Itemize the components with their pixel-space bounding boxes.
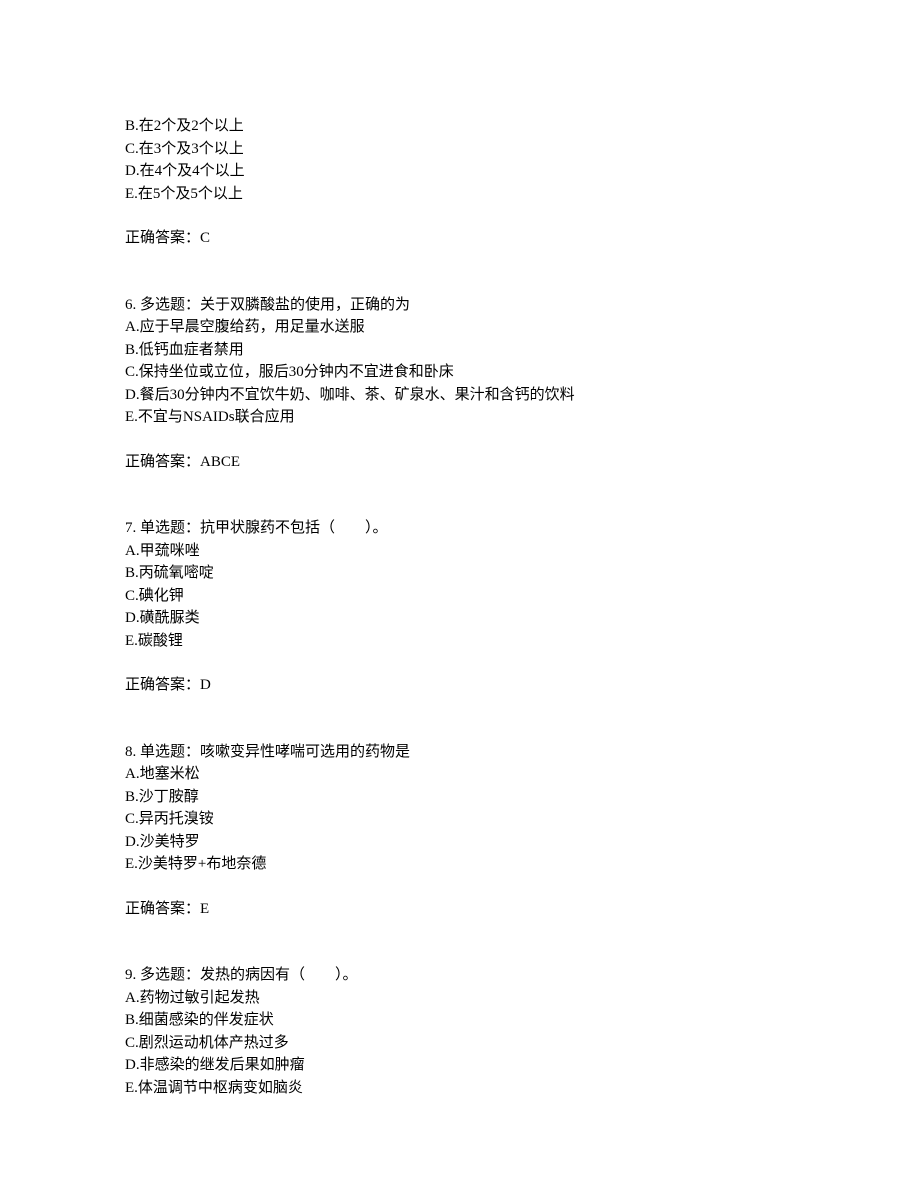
option-text: E.在5个及5个以上 [125,183,795,206]
question-number: 7. [125,520,136,536]
question-type: 多选题： [140,967,200,983]
question-number: 9. [125,967,136,983]
option-text: D.沙美特罗 [125,831,795,854]
question-number: 6. [125,297,136,313]
answer-label: 正确答案： [125,454,200,470]
question-text: 发热的病因有（ ）。 [200,967,358,983]
option-text: A.药物过敏引起发热 [125,987,795,1010]
option-text: C.异丙托溴铵 [125,808,795,831]
option-text: B.沙丁胺醇 [125,786,795,809]
question-text: 咳嗽变异性哮喘可选用的药物是 [200,744,410,760]
question-9: 9. 多选题：发热的病因有（ ）。 A.药物过敏引起发热 B.细菌感染的伴发症状… [125,964,795,1099]
option-text: A.地塞米松 [125,763,795,786]
question-stem: 8. 单选题：咳嗽变异性哮喘可选用的药物是 [125,741,795,764]
answer-label: 正确答案： [125,677,200,693]
answer-label: 正确答案： [125,901,200,917]
question-stem: 7. 单选题：抗甲状腺药不包括（ ）。 [125,517,795,540]
answer-label: 正确答案： [125,230,200,246]
question-type: 多选题： [140,297,200,313]
answer-value: ABCE [200,454,240,470]
question-stem: 6. 多选题：关于双膦酸盐的使用，正确的为 [125,294,795,317]
option-text: E.体温调节中枢病变如脑炎 [125,1077,795,1100]
question-text: 抗甲状腺药不包括（ ）。 [200,520,388,536]
option-text: C.保持坐位或立位，服后30分钟内不宜进食和卧床 [125,361,795,384]
option-text: E.碳酸锂 [125,630,795,653]
question-number: 8. [125,744,136,760]
question-5-partial: B.在2个及2个以上 C.在3个及3个以上 D.在4个及4个以上 E.在5个及5… [125,115,795,250]
answer-line: 正确答案：ABCE [125,451,795,474]
option-text: D.磺酰脲类 [125,607,795,630]
question-stem: 9. 多选题：发热的病因有（ ）。 [125,964,795,987]
option-text: A.应于早晨空腹给药，用足量水送服 [125,316,795,339]
option-text: D.在4个及4个以上 [125,160,795,183]
answer-line: 正确答案：C [125,227,795,250]
option-text: D.餐后30分钟内不宜饮牛奶、咖啡、茶、矿泉水、果汁和含钙的饮料 [125,384,795,407]
answer-value: C [200,230,210,246]
question-8: 8. 单选题：咳嗽变异性哮喘可选用的药物是 A.地塞米松 B.沙丁胺醇 C.异丙… [125,741,795,921]
option-text: C.在3个及3个以上 [125,138,795,161]
answer-line: 正确答案：D [125,674,795,697]
option-text: D.非感染的继发后果如肿瘤 [125,1054,795,1077]
option-text: E.不宜与NSAIDs联合应用 [125,406,795,429]
question-text: 关于双膦酸盐的使用，正确的为 [200,297,410,313]
answer-value: D [200,677,211,693]
option-text: B.低钙血症者禁用 [125,339,795,362]
option-text: C.剧烈运动机体产热过多 [125,1032,795,1055]
option-text: B.丙硫氧嘧啶 [125,562,795,585]
question-6: 6. 多选题：关于双膦酸盐的使用，正确的为 A.应于早晨空腹给药，用足量水送服 … [125,294,795,474]
answer-line: 正确答案：E [125,898,795,921]
answer-value: E [200,901,209,917]
question-type: 单选题： [140,744,200,760]
option-text: B.在2个及2个以上 [125,115,795,138]
option-text: E.沙美特罗+布地奈德 [125,853,795,876]
question-type: 单选题： [140,520,200,536]
option-text: C.碘化钾 [125,585,795,608]
option-text: A.甲巯咪唑 [125,540,795,563]
option-text: B.细菌感染的伴发症状 [125,1009,795,1032]
question-7: 7. 单选题：抗甲状腺药不包括（ ）。 A.甲巯咪唑 B.丙硫氧嘧啶 C.碘化钾… [125,517,795,697]
